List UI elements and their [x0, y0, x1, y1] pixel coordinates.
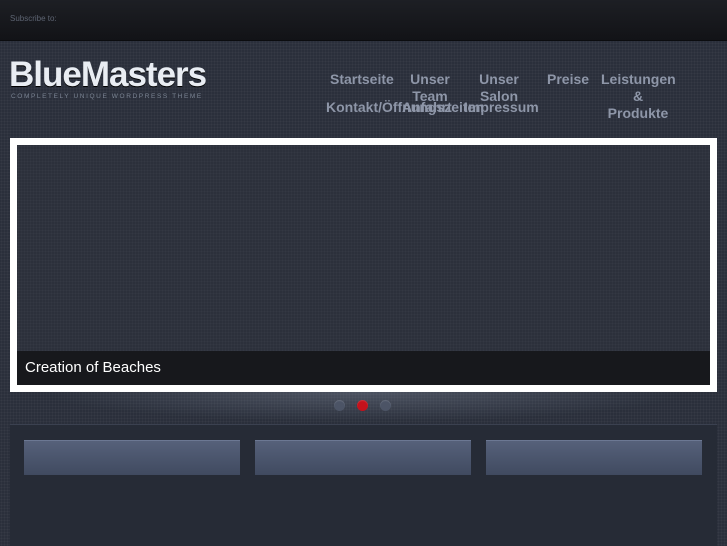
nav-item-anfahrt[interactable]: Anfahrt: [402, 99, 452, 116]
panel-header-1: [24, 440, 240, 475]
subscribe-label[interactable]: Subscribe to:: [10, 14, 57, 23]
nav-item-impressum[interactable]: Impressum: [464, 99, 539, 116]
nav-item-startseite[interactable]: Startseite: [330, 71, 394, 88]
slide-image[interactable]: Creation of Beaches: [17, 145, 710, 385]
top-bar: Subscribe to:: [0, 0, 727, 41]
logo-text: BlueMasters: [9, 55, 207, 94]
content-area: [10, 424, 717, 546]
logo-tagline: COMPLETELY UNIQUE WORDPRESS THEME: [11, 93, 203, 100]
slider: Creation of Beaches: [10, 138, 717, 392]
panel-header-2: [255, 440, 471, 475]
nav-item-preise[interactable]: Preise: [547, 71, 589, 88]
nav-item-leistungen-produkte[interactable]: Leistungen & Produkte: [601, 71, 676, 122]
site-logo[interactable]: BlueMasters COMPLETELY UNIQUE WORDPRESS …: [9, 55, 207, 101]
slider-dot-3[interactable]: [380, 400, 391, 411]
slide-caption: Creation of Beaches: [17, 351, 710, 385]
panel-header-3: [486, 440, 702, 475]
slider-dot-2[interactable]: [357, 400, 368, 411]
slider-dot-1[interactable]: [334, 400, 345, 411]
